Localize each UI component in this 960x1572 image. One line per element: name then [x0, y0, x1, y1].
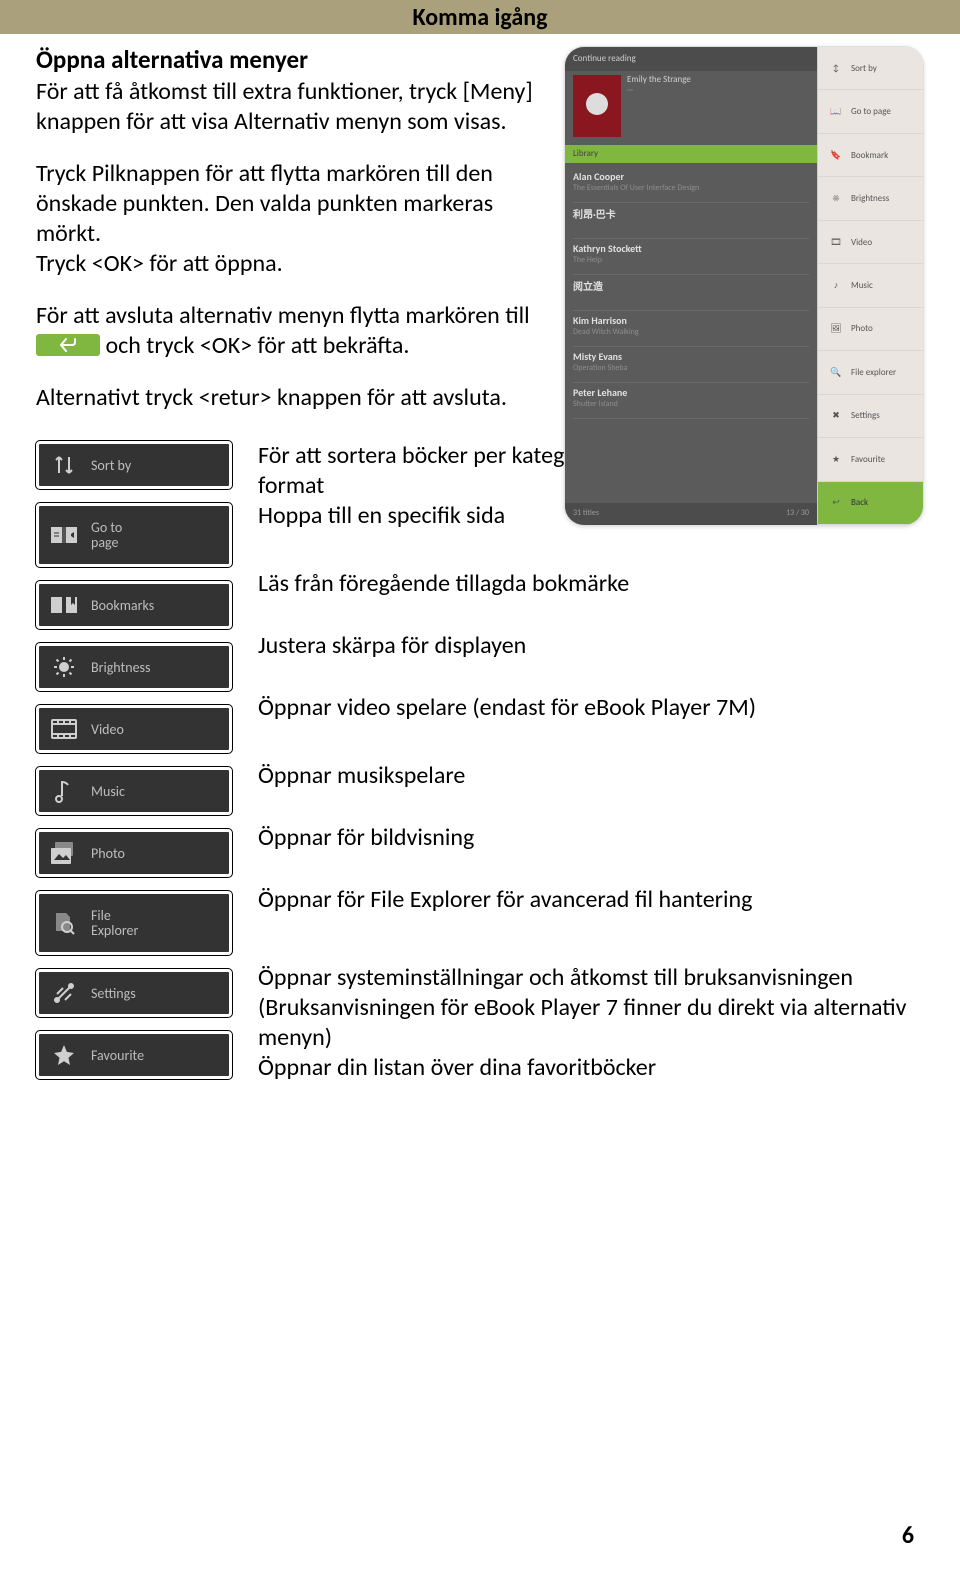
music-icon [49, 776, 79, 806]
status-count: 31 titles [573, 508, 599, 520]
btn-video[interactable]: Video [36, 705, 232, 753]
go-page-icon [49, 520, 79, 550]
btn-label: Brightness [91, 659, 151, 676]
list-item: Alan CooperThe Essentials Of User Interf… [573, 167, 809, 203]
desc-photo: Öppnar för bildvisning [258, 823, 924, 885]
settings-icon: ✖ [826, 406, 846, 426]
page-content: Öppna alternativa menyer För att få åtko… [0, 34, 960, 1083]
btn-label: Music [91, 783, 125, 800]
device-bottom-status: 31 titles 13 / 30 [565, 503, 817, 525]
desc-settings-fav: Öppnar systeminställningar och åtkomst t… [258, 963, 924, 1083]
continue-reading-bar: Continue reading [565, 47, 817, 71]
btn-bookmarks[interactable]: Bookmarks [36, 581, 232, 629]
desc-settings: Öppnar systeminställningar och åtkomst t… [258, 963, 924, 1053]
btn-label: Go topage [91, 520, 122, 551]
menu-bookmark[interactable]: 🔖Bookmark [818, 134, 923, 177]
list-item: Kathryn StockettThe Help [573, 239, 809, 275]
bookmark-icon: 🔖 [826, 145, 846, 165]
desc-favourite: Öppnar din listan över dina favoritböcke… [258, 1053, 924, 1083]
go-page-icon: 📖 [826, 102, 846, 122]
photo-icon [49, 838, 79, 868]
favourite-icon [49, 1040, 79, 1070]
menu-file-explorer[interactable]: 🔍File explorer [818, 351, 923, 394]
device-side-menu: ↕Sort by 📖Go to page 🔖Bookmark ☀Brightne… [817, 47, 923, 525]
menu-back[interactable]: ↩Back [818, 482, 923, 525]
photo-icon: 🖼 [826, 319, 846, 339]
paragraph-2-3: Tryck Pilknappen för att flytta markören… [36, 159, 546, 279]
device-main-area: Continue reading Emily the Strange ··· L… [565, 47, 817, 525]
file-explorer-icon [49, 908, 79, 938]
paragraph-4a: För att avsluta alternativ menyn flytta … [36, 301, 530, 330]
btn-goto-page[interactable]: Go topage [36, 503, 232, 567]
menu-brightness[interactable]: ☀Brightness [818, 177, 923, 220]
list-item: Misty EvansOperation Sheba [573, 347, 809, 383]
paragraph-3: Tryck <OK> för att öppna. [36, 249, 283, 278]
paragraph-5: Alternativt tryck <retur> knappen för at… [36, 383, 546, 413]
cover-row: Emily the Strange ··· [573, 75, 809, 137]
menu-photo[interactable]: 🖼Photo [818, 308, 923, 351]
list-item: 阅立造 [573, 275, 809, 311]
device-screenshot: Continue reading Emily the Strange ··· L… [564, 46, 924, 526]
brightness-icon [49, 652, 79, 682]
btn-label: Favourite [91, 1047, 144, 1064]
btn-settings[interactable]: Settings [36, 969, 232, 1017]
settings-icon [49, 978, 79, 1008]
favourite-icon: ★ [826, 449, 846, 469]
desc-bookmarks: Läs från föregående tillagda bokmärke [258, 569, 924, 631]
cover-info: Emily the Strange ··· [627, 75, 809, 137]
paragraph-2: Tryck Pilknappen för att flytta markören… [36, 159, 493, 248]
section-header-title: Komma igång [413, 3, 548, 32]
page-number: 6 [902, 1521, 914, 1550]
btn-label: FileExplorer [91, 908, 138, 939]
desc-video: Öppnar video spelare (endast för eBook P… [258, 693, 924, 761]
list-item: 利昂·巴卡 [573, 203, 809, 239]
back-icon: ↩ [826, 493, 846, 513]
cover-graphic [586, 93, 608, 115]
paragraph-1: För att få åtkomst till extra funktioner… [36, 77, 546, 137]
intro-text-column: Öppna alternativa menyer För att få åtko… [36, 44, 546, 413]
section-header-bar: Komma igång [0, 0, 960, 34]
paragraph-4: För att avsluta alternativ menyn flytta … [36, 301, 546, 361]
file-explorer-icon: 🔍 [826, 362, 846, 382]
desc-brightness: Justera skärpa för displayen [258, 631, 924, 693]
btn-photo[interactable]: Photo [36, 829, 232, 877]
menu-explanation-table: Sort by Go topage Bookmarks Brightness V… [36, 441, 924, 1083]
menu-go-page[interactable]: 📖Go to page [818, 90, 923, 133]
btn-sort-by[interactable]: Sort by [36, 441, 232, 489]
return-arrow-icon [60, 338, 76, 352]
btn-brightness[interactable]: Brightness [36, 643, 232, 691]
desc-file-explorer: Öppnar för File Explorer för avancerad f… [258, 885, 924, 963]
menu-video[interactable]: 🎞Video [818, 221, 923, 264]
video-icon [49, 714, 79, 744]
status-page: 13 / 30 [786, 508, 809, 520]
list-item: Kim HarrisonDead Witch Walking [573, 311, 809, 347]
btn-label: Settings [91, 985, 136, 1002]
menu-sort-by[interactable]: ↕Sort by [818, 47, 923, 90]
sort-icon: ↕ [826, 58, 846, 78]
menu-icon-column: Sort by Go topage Bookmarks Brightness V… [36, 441, 236, 1083]
btn-label: Sort by [91, 457, 131, 474]
menu-settings[interactable]: ✖Settings [818, 395, 923, 438]
sort-icon [49, 450, 79, 480]
library-bar: Library [565, 145, 817, 163]
btn-file-explorer[interactable]: FileExplorer [36, 891, 232, 955]
return-button-inline [36, 334, 100, 356]
menu-description-column: För att sortera böcker per kategori: Tit… [258, 441, 924, 1083]
btn-label: Photo [91, 845, 125, 862]
list-item: Peter LehaneShutter Island [573, 383, 809, 419]
music-icon: ♪ [826, 275, 846, 295]
menu-favourite[interactable]: ★Favourite [818, 438, 923, 481]
btn-favourite[interactable]: Favourite [36, 1031, 232, 1079]
desc-music: Öppnar musikspelare [258, 761, 924, 823]
brightness-icon: ☀ [826, 189, 846, 209]
btn-label: Video [91, 721, 124, 738]
video-icon: 🎞 [826, 232, 846, 252]
bookmark-icon [49, 590, 79, 620]
btn-music[interactable]: Music [36, 767, 232, 815]
paragraph-4b: och tryck <OK> för att bekräfta. [105, 331, 409, 360]
menu-music[interactable]: ♪Music [818, 264, 923, 307]
section-heading: Öppna alternativa menyer [36, 44, 546, 75]
book-cover [573, 75, 621, 137]
btn-label: Bookmarks [91, 597, 154, 614]
